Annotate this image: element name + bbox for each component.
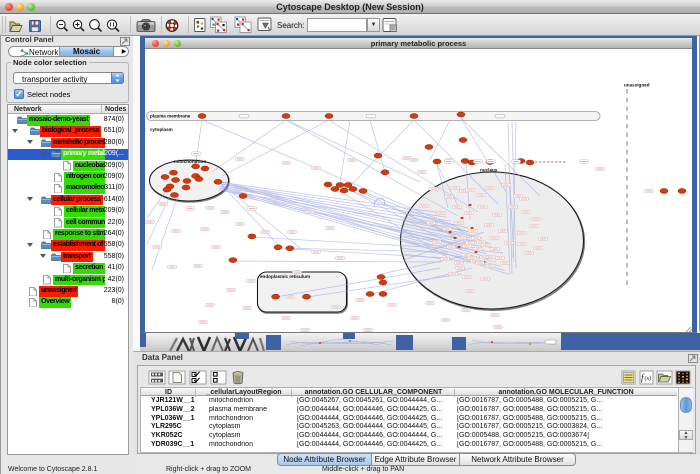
- svg-text:nucleus: nucleus: [480, 168, 498, 173]
- svg-text:cytoplasm: cytoplasm: [150, 127, 173, 132]
- svg-text:unassigned: unassigned: [624, 83, 650, 88]
- svg-text:mitochondrion: mitochondrion: [174, 159, 206, 164]
- svg-text:plasma membrane: plasma membrane: [150, 114, 191, 119]
- svg-text:(x): (x): [645, 375, 652, 382]
- svg-text:endoplasmic reticulum: endoplasmic reticulum: [260, 274, 310, 279]
